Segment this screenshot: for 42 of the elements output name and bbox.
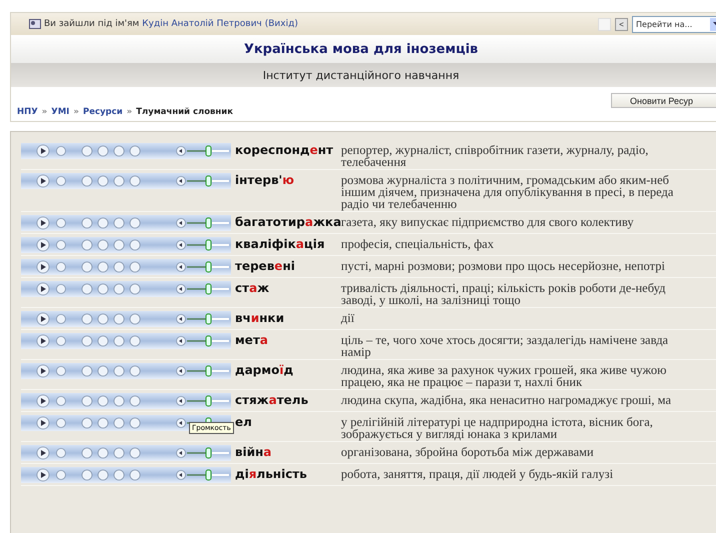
word-definition: людина скупа, жадібна, яка ненаситно нагромаджує гроші, ма xyxy=(341,392,672,406)
word-definition: людина, яка живе за рахунок чужих грошей, яка живе чужою працею, яка не працює – парази т, нахлі бник xyxy=(341,362,668,388)
breadcrumb-separator: » xyxy=(42,107,48,117)
word-definition: тривалість діяльності, праці; кількість років роботи де-небуд заводі, у школі, на залізниці тощо xyxy=(341,280,666,306)
dictionary-word: багатотиражка xyxy=(234,214,341,229)
dictionary-word: вчинки xyxy=(234,310,286,325)
breadcrumb-link[interactable]: УМІ xyxy=(51,107,70,117)
word-definition: пусті, марні розмови; розмови про щось несерйозне, непотрі xyxy=(341,258,666,272)
word-definition: репортер, журналіст, співробітник газети, журналу, радіо, телебачення xyxy=(341,142,650,168)
course-title: Українська мова для іноземців xyxy=(244,42,478,56)
dictionary-word: війна xyxy=(234,444,273,459)
word-definition: дії xyxy=(341,310,356,324)
dictionary-word: стаж xyxy=(234,280,270,295)
breadcrumb-separator: » xyxy=(126,107,132,117)
word-definition: газета, яку випускає підприємство для свого колективу xyxy=(341,214,635,228)
media-player-drawing[interactable] xyxy=(21,414,231,432)
dictionary-word: інтерв'ю xyxy=(234,172,296,187)
dictionary-word: кореспондент xyxy=(234,142,334,157)
word-definition: робота, заняття, праця, дії людей у будь-якій галузі xyxy=(341,466,614,480)
word-definition: організована, збройна боротьба між державами xyxy=(341,444,595,458)
dictionary-word: стяжатель xyxy=(234,392,310,407)
nav-button[interactable]: < xyxy=(615,18,628,30)
word-definition: професія, спеціальність, фах xyxy=(341,236,495,250)
breadcrumb-link[interactable]: Ресурси xyxy=(82,107,123,117)
breadcrumb-separator: » xyxy=(73,107,79,117)
jump-select[interactable]: Перейти на... xyxy=(632,16,716,32)
login-text: Ви зайшли під ім'ям xyxy=(44,19,140,29)
logout-link[interactable]: (Вихід) xyxy=(264,19,298,29)
update-button[interactable]: Оновити Ресур xyxy=(611,93,716,108)
dictionary-word: дармоїд xyxy=(234,362,294,377)
dictionary-word: ел xyxy=(234,414,253,429)
institute-subtitle: Інститут дистанційного навчання xyxy=(262,68,460,82)
user-link[interactable]: Кудін Анатолій Петрович xyxy=(142,19,262,29)
dictionary-word: діяльність xyxy=(234,466,308,481)
word-definition: у релігійній літературі це надприродна істота, вісник бога, зображується у вигляді юнака з крилами xyxy=(341,414,654,440)
user-icon xyxy=(29,19,41,29)
word-definition: ціль – те, чого хоче хтось досягти; заздалегідь намічене завда намір xyxy=(341,332,670,358)
word-definition: розмова журналіста з політичним, громадським або яким-неб іншим діячем, призначена для опублікування в пресі, в переда радіо чи телебаченню xyxy=(341,172,674,210)
dictionary-word: мета xyxy=(234,332,270,347)
dictionary-word: кваліфікація xyxy=(234,236,326,251)
breadcrumb-link[interactable]: НПУ xyxy=(17,107,38,117)
dictionary-word: теревені xyxy=(234,258,296,273)
